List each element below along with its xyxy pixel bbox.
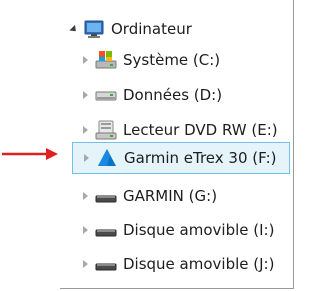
tree-item-label: Disque amovible (J:) [123,255,275,273]
tree-item-label: Données (D:) [123,86,223,104]
expand-arrow-icon[interactable] [80,80,91,110]
expand-arrow-icon[interactable] [80,45,91,75]
tree-item-label: Ordinateur [111,20,192,38]
garmin-device-icon [98,149,116,166]
tree-item-drive-i[interactable]: Disque amovible (I:) [80,215,274,245]
expand-arrow-icon[interactable] [81,143,92,173]
tree-item-label: GARMIN (G:) [123,187,218,205]
expand-arrow-icon[interactable] [80,181,91,211]
pointer-arrow-icon [2,148,58,160]
tree-item-drive-c[interactable]: Système (C:) [80,45,220,75]
expand-arrow-icon[interactable] [80,115,91,145]
tree-item-label: Garmin eTrex 30 (F:) [124,149,277,167]
tree-item-label: Lecteur DVD RW (E:) [123,121,278,139]
removable-drive-icon [95,229,117,237]
dvd-drive-icon [95,120,117,140]
removable-drive-icon [95,263,117,271]
collapse-arrow-icon[interactable] [68,14,79,44]
tree-item-drive-d[interactable]: Données (D:) [80,80,222,110]
tree-item-label: Système (C:) [123,51,221,69]
tree-item-drive-j[interactable]: Disque amovible (J:) [80,249,274,279]
tree-item-drive-g[interactable]: GARMIN (G:) [80,181,217,211]
expand-arrow-icon[interactable] [80,249,91,279]
system-drive-icon [95,51,117,69]
expand-arrow-icon[interactable] [80,215,91,245]
tree-item-drive-f[interactable]: Garmin eTrex 30 (F:) [72,142,290,174]
hard-drive-icon [95,91,117,101]
removable-drive-icon [95,195,117,203]
tree-item-label: Disque amovible (I:) [123,221,275,239]
computer-icon [84,20,104,38]
tree-item-computer[interactable]: Ordinateur [68,14,192,44]
tree-item-drive-e[interactable]: Lecteur DVD RW (E:) [80,115,278,145]
